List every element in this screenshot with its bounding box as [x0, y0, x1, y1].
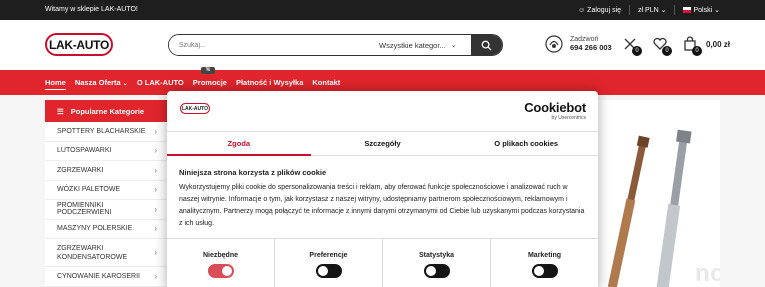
cookiebot-logo[interactable]: Cookiebot by Usercentrics	[524, 100, 586, 121]
header: LAK-AUTO Wszystkie kategor... ⌄ Zadzwoń 6…	[0, 20, 765, 70]
chevron-right-icon: ›	[154, 185, 157, 195]
statistics-switch[interactable]	[423, 264, 450, 278]
chevron-right-icon: ›	[154, 126, 157, 136]
sidebar-item-label: WÓZKI PALETOWE	[57, 186, 121, 194]
phone-label: Zadzwoń	[570, 36, 599, 43]
login-link[interactable]: ☺ Zaloguj się	[578, 7, 621, 14]
category-label: Wszystkie kategor...	[379, 40, 446, 50]
logo[interactable]: LAK-AUTO	[45, 33, 113, 56]
consent-toggles: Niezbędne Preferencje Statystyka Marketi…	[167, 238, 598, 287]
language-select[interactable]: Polski ⌄	[683, 6, 720, 14]
wishlist-count: 0	[662, 46, 672, 56]
cart-count: 0	[692, 46, 702, 56]
language-label: Polski	[693, 7, 713, 14]
flag-icon	[683, 7, 692, 14]
promo-badge: %	[201, 67, 215, 74]
chevron-right-icon: ›	[154, 271, 157, 281]
menu-icon: ☰	[57, 106, 64, 116]
search-icon	[481, 40, 492, 51]
necessary-switch	[207, 264, 234, 278]
toggle-necessary: Niezbędne	[167, 239, 275, 287]
cookiebot-name: Cookiebot	[524, 100, 586, 115]
dialog-logo: LAK-AUTO	[180, 103, 210, 114]
sidebar-item-cynowanie[interactable]: CYNOWANIE KAROSERII ›	[45, 267, 167, 287]
nav-item-offer-label: Nasza Oferta	[74, 78, 121, 87]
cart-value[interactable]: 0,00 zł	[706, 40, 730, 49]
sidebar-item-label: CYNOWANIE KAROSERII	[57, 272, 140, 280]
toggle-label: Preferencje	[309, 252, 348, 259]
divider	[674, 5, 676, 15]
tab-consent[interactable]: Zgoda	[167, 132, 311, 156]
chevron-down-icon: ⌄	[660, 7, 667, 14]
chevron-right-icon: ›	[154, 204, 157, 214]
chevron-right-icon: ›	[154, 146, 157, 156]
sidebar-item-promienniki[interactable]: PROMIENNIKI PODCZERWIENI ›	[45, 200, 167, 220]
sidebar-header[interactable]: ☰ Popularne Kategorie	[45, 100, 167, 122]
cookiebot-by: by Usercentrics	[551, 115, 586, 121]
nav-item-home[interactable]: Home	[45, 78, 66, 90]
tab-details[interactable]: Szczegóły	[311, 132, 455, 155]
sidebar-item-zgrzewarki[interactable]: ZGRZEWARKI ›	[45, 161, 167, 181]
nav-item-contact[interactable]: Kontakt	[312, 78, 340, 90]
nav-item-about[interactable]: O LAK-AUTO	[137, 78, 184, 90]
sidebar-item-maszyny[interactable]: MASZYNY POLERSKIE ›	[45, 219, 167, 239]
toggle-label: Marketing	[527, 252, 562, 259]
tab-about-cookies[interactable]: O plikach cookies	[454, 132, 598, 155]
currency-label: zł PLN	[638, 7, 659, 14]
chevron-down-icon: ⌄	[450, 42, 457, 49]
sidebar-item-label: MASZYNY POLERSKIE	[57, 225, 133, 233]
category-sidebar: ☰ Popularne Kategorie SPOTTERY BLACHARSK…	[45, 100, 167, 287]
nav-item-offer[interactable]: Nasza Oferta ⌄	[75, 78, 128, 90]
search-input[interactable]	[169, 35, 379, 55]
user-icon: ☺	[578, 6, 586, 14]
nav-item-promotions[interactable]: Promocje	[193, 78, 227, 90]
search-button[interactable]	[471, 35, 502, 55]
compare-count: 0	[632, 46, 642, 56]
toggle-statistics: Statystyka	[383, 239, 491, 287]
chevron-right-icon: ›	[154, 224, 157, 234]
chevron-right-icon: ›	[154, 248, 157, 257]
nav-item-payment-shipping[interactable]: Płatność i Wysyłka	[236, 78, 303, 90]
watermark-text: nowposzukasc.pl	[695, 260, 720, 287]
dialog-title: Niniejsza strona korzysta z plików cooki…	[179, 168, 327, 177]
toggle-marketing: Marketing	[491, 239, 598, 287]
sidebar-item-zgrzewarki-kond[interactable]: ZGRZEWARKI KONDENSATOROWE ›	[45, 239, 167, 267]
consent-tabs: Zgoda Szczegóły O plikach cookies	[167, 131, 598, 156]
dialog-text: Wykorzystujemy pliki cookie do spersonal…	[179, 184, 585, 227]
sidebar-title: Popularne Kategorie	[70, 106, 145, 116]
category-select[interactable]: Wszystkie kategor... ⌄	[379, 41, 474, 50]
toggle-preferences: Preferencje	[275, 239, 383, 287]
sidebar-item-wozki[interactable]: WÓZKI PALETOWE ›	[45, 180, 167, 200]
dialog-logo-text: LAK-AUTO	[181, 105, 208, 112]
login-label: Zaloguj się	[587, 6, 622, 14]
cookie-consent-dialog: LAK-AUTO Cookiebot by Usercentrics Zgoda…	[167, 91, 598, 287]
top-bar: Witamy w sklepie LAK-AUTO! ☺ Zaloguj się…	[0, 0, 765, 20]
toggle-label: Statystyka	[418, 252, 455, 259]
currency-select[interactable]: zł PLN ⌄	[638, 6, 666, 14]
headset-icon	[545, 35, 563, 53]
sidebar-item-spottery[interactable]: SPOTTERY BLACHARSKIE ›	[45, 122, 167, 142]
chevron-down-icon: ⌄	[122, 81, 128, 87]
preferences-switch[interactable]	[315, 264, 342, 278]
chevron-right-icon: ›	[154, 165, 157, 175]
chevron-down-icon: ⌄	[714, 7, 720, 14]
sidebar-item-label: SPOTTERY BLACHARSKIE	[57, 127, 146, 135]
contact-info[interactable]: Zadzwoń 694 266 003	[544, 34, 612, 54]
search-bar: Wszystkie kategor... ⌄	[168, 34, 503, 56]
welcome-text: Witamy w sklepie LAK-AUTO!	[45, 6, 138, 13]
sidebar-item-label: LUTOSPAWARKI	[57, 147, 112, 155]
marketing-switch[interactable]	[531, 264, 558, 278]
sidebar-item-label: ZGRZEWARKI	[57, 166, 104, 174]
sidebar-item-lutospawarki[interactable]: LUTOSPAWARKI ›	[45, 141, 167, 161]
logo-text: LAK-AUTO	[48, 37, 110, 52]
cart-button[interactable]: 0	[682, 36, 702, 56]
phone-number: 694 266 003	[570, 43, 612, 52]
divider	[629, 5, 631, 15]
toggle-label: Niezbędne	[202, 252, 238, 259]
sidebar-item-label: PROMIENNIKI PODCZERWIENI	[57, 202, 112, 217]
compare-button[interactable]: 0	[622, 36, 642, 56]
sidebar-item-label: ZGRZEWARKI KONDENSATOROWE	[57, 244, 128, 261]
wishlist-button[interactable]: 0	[652, 36, 672, 56]
